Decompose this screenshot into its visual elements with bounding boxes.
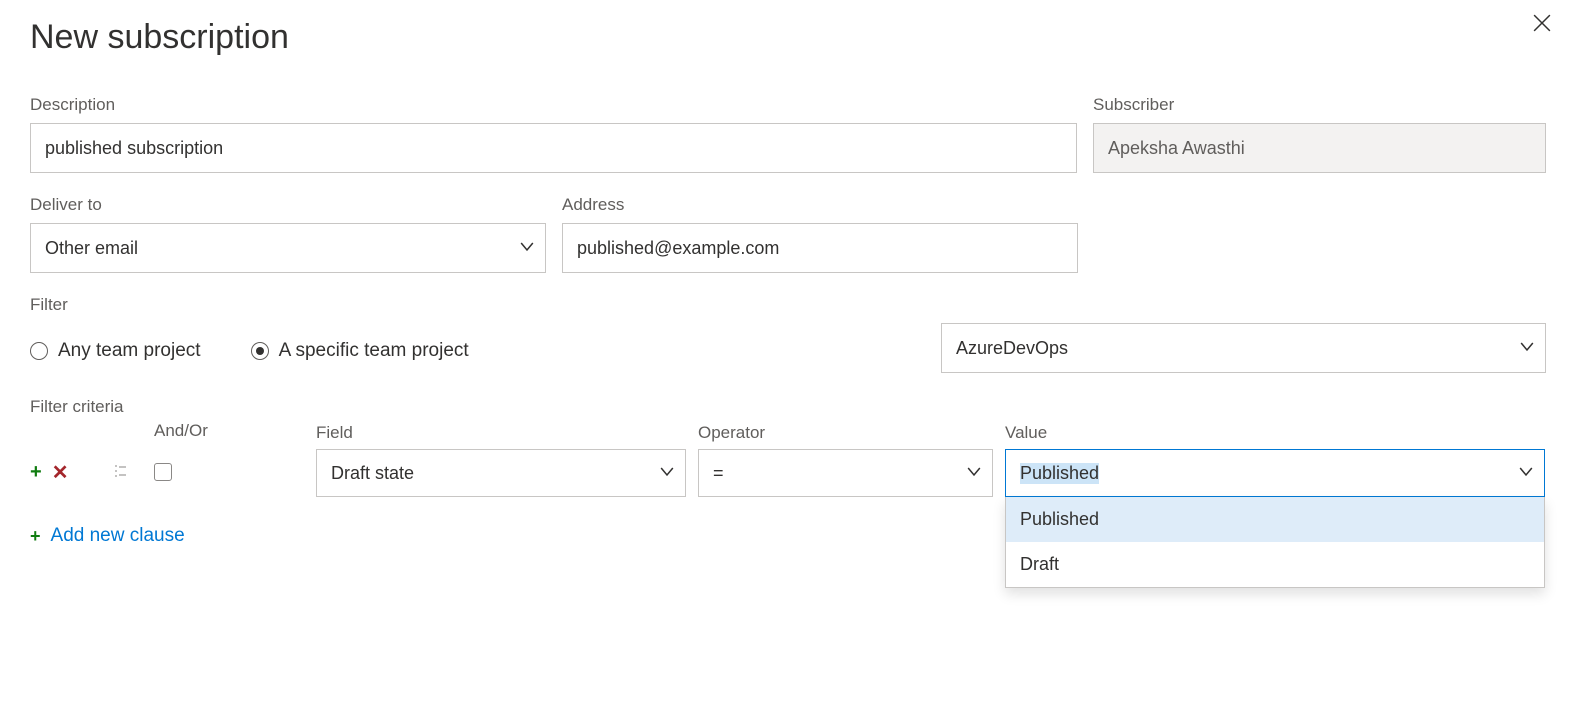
close-button[interactable] xyxy=(1530,12,1554,36)
value-value: Published xyxy=(1020,463,1099,484)
andor-header: And/Or xyxy=(154,421,304,441)
radio-icon xyxy=(251,342,269,360)
value-header: Value xyxy=(1005,423,1545,443)
deliver-to-select[interactable]: Other email xyxy=(30,223,546,273)
andor-checkbox[interactable] xyxy=(154,463,172,481)
deliver-to-value: Other email xyxy=(45,238,138,259)
add-clause-label: Add new clause xyxy=(51,525,185,547)
dropdown-option-published[interactable]: Published xyxy=(1006,497,1544,542)
radio-icon xyxy=(30,342,48,360)
field-header: Field xyxy=(316,423,686,443)
group-clause-icon xyxy=(112,463,128,482)
operator-value: = xyxy=(713,463,724,484)
project-value: AzureDevOps xyxy=(956,338,1068,359)
description-label: Description xyxy=(30,95,1077,115)
plus-icon: + xyxy=(30,526,41,547)
field-select[interactable]: Draft state xyxy=(316,449,686,497)
value-dropdown: Published Draft xyxy=(1005,497,1545,588)
subscriber-value: Apeksha Awasthi xyxy=(1108,138,1245,159)
radio-specific-project[interactable]: A specific team project xyxy=(251,340,469,362)
dropdown-option-draft[interactable]: Draft xyxy=(1006,542,1544,587)
subscriber-field: Apeksha Awasthi xyxy=(1093,123,1546,173)
value-select[interactable]: Published xyxy=(1005,449,1545,497)
field-value: Draft state xyxy=(331,463,414,484)
deliver-to-label: Deliver to xyxy=(30,195,546,215)
filter-label: Filter xyxy=(30,295,1546,315)
close-icon xyxy=(1533,14,1551,35)
address-label: Address xyxy=(562,195,1078,215)
delete-row-icon[interactable]: ✕ xyxy=(52,460,69,485)
project-select[interactable]: AzureDevOps xyxy=(941,323,1546,373)
radio-any-label: Any team project xyxy=(58,340,201,362)
radio-specific-label: A specific team project xyxy=(279,340,469,362)
dialog-title: New subscription xyxy=(30,18,1546,57)
subscriber-label: Subscriber xyxy=(1093,95,1546,115)
radio-any-project[interactable]: Any team project xyxy=(30,340,201,362)
add-row-icon[interactable]: + xyxy=(30,461,42,484)
filter-criteria-label: Filter criteria xyxy=(30,397,1546,417)
description-input[interactable] xyxy=(30,123,1077,173)
operator-select[interactable]: = xyxy=(698,449,993,497)
operator-header: Operator xyxy=(698,423,993,443)
address-input[interactable] xyxy=(562,223,1078,273)
